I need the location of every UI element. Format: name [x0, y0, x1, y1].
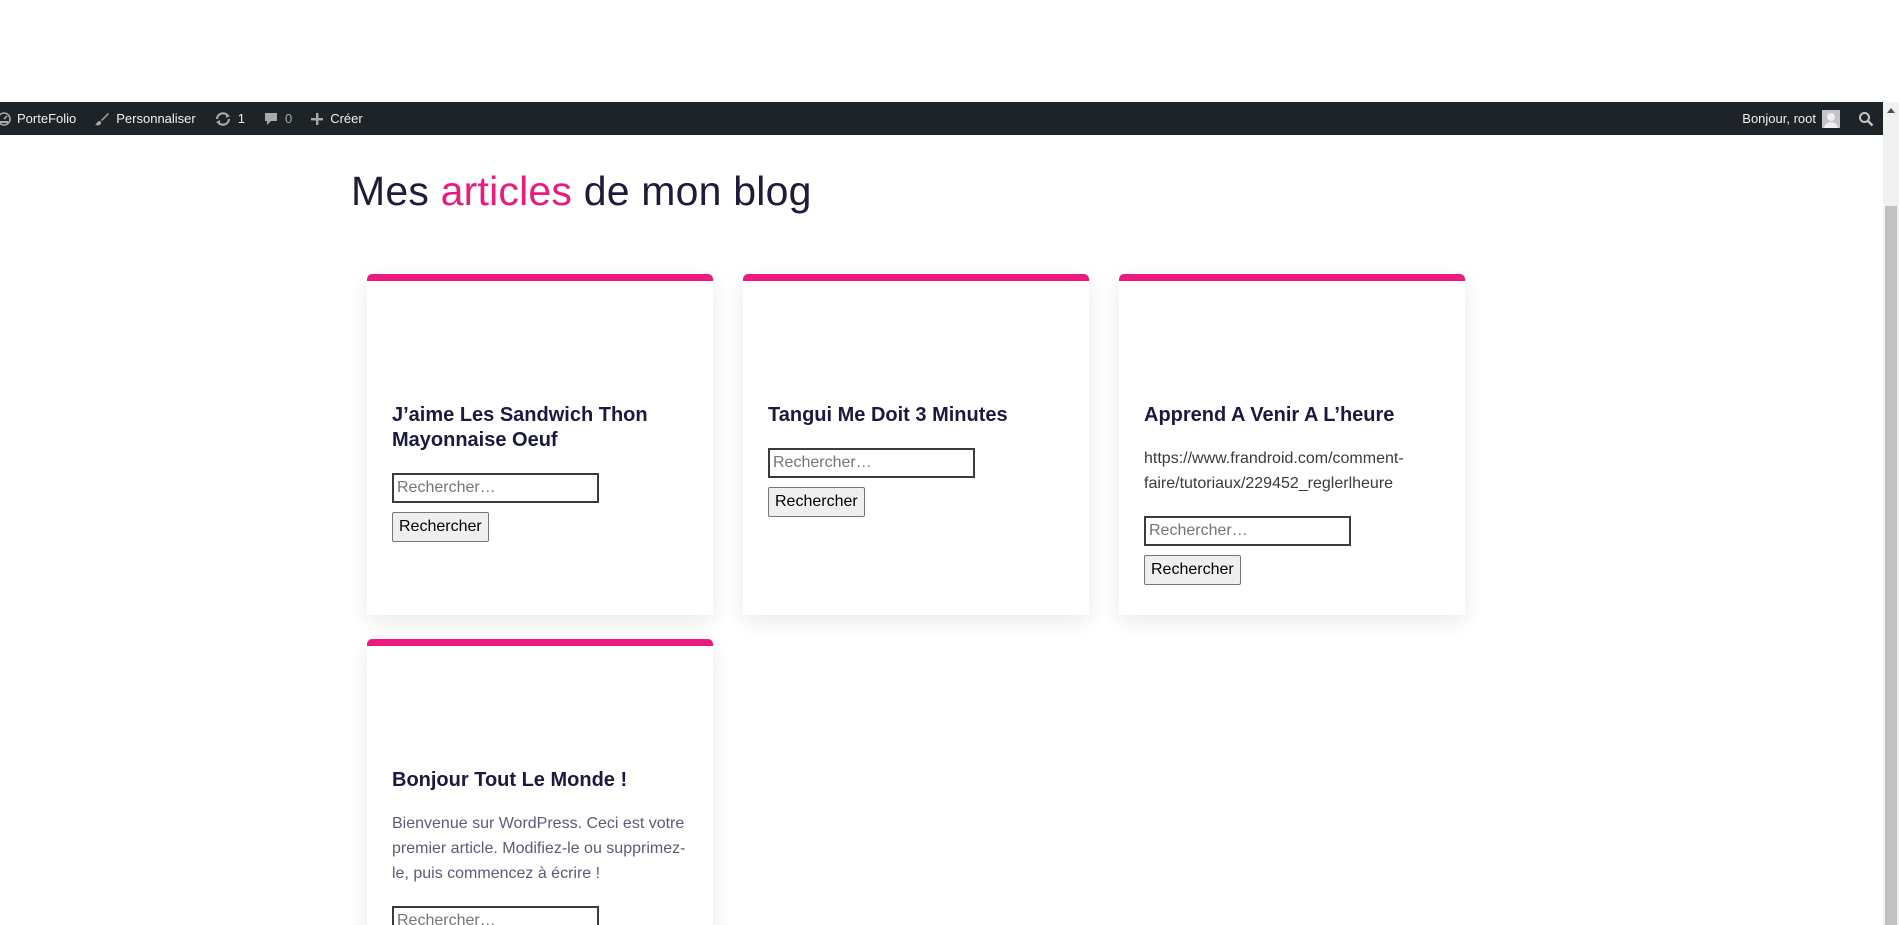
admin-bar-new-label: Créer	[330, 111, 363, 126]
admin-bar-customize-link[interactable]: Personnaliser	[85, 102, 205, 135]
post-card: Bonjour Tout Le Monde ! Bienvenue sur Wo…	[367, 639, 713, 925]
post-card: Tangui Me Doit 3 Minutes Rechercher	[743, 274, 1089, 615]
scrollbar-thumb[interactable]	[1885, 206, 1897, 925]
admin-bar-right: Bonjour, root	[1733, 102, 1883, 135]
admin-bar-site-link[interactable]: PorteFolio	[0, 102, 85, 135]
plus-icon	[310, 112, 324, 126]
admin-bar-account-link[interactable]: Bonjour, root	[1733, 102, 1849, 135]
search-button[interactable]: Rechercher	[768, 487, 865, 517]
post-excerpt: https://www.frandroid.com/comment-faire/…	[1144, 450, 1404, 492]
admin-bar-updates-count: 1	[237, 111, 245, 126]
update-icon	[214, 111, 232, 127]
search-input[interactable]	[768, 448, 975, 478]
search-input[interactable]	[392, 906, 599, 925]
post-title[interactable]: Apprend A Venir A L’heure	[1144, 403, 1440, 428]
post-card: Apprend A Venir A L’heure https://www.fr…	[1119, 274, 1465, 615]
search-icon	[1858, 111, 1874, 127]
admin-bar-search-toggle[interactable]	[1849, 102, 1883, 135]
post-title[interactable]: Tangui Me Doit 3 Minutes	[768, 403, 1064, 428]
admin-bar: PorteFolio Personnaliser 1 0 Créer Bonjo…	[0, 102, 1883, 135]
admin-bar-new-link[interactable]: Créer	[301, 102, 372, 135]
admin-bar-updates-link[interactable]: 1	[205, 102, 254, 135]
avatar	[1822, 109, 1840, 128]
comment-icon	[263, 111, 279, 127]
search-button[interactable]: Rechercher	[1144, 555, 1241, 585]
admin-bar-site-name: PorteFolio	[17, 111, 77, 126]
page-title-accent: articles	[440, 168, 573, 214]
search-button[interactable]: Rechercher	[392, 512, 489, 542]
search-input[interactable]	[392, 473, 599, 503]
page-title: Mes articles de mon blog	[351, 168, 812, 215]
admin-bar-greeting: Bonjour, root	[1742, 111, 1816, 126]
post-title[interactable]: Bonjour Tout Le Monde !	[392, 768, 688, 793]
admin-bar-comments-count: 0	[284, 111, 293, 126]
post-excerpt: Bienvenue sur WordPress. Ceci est votre …	[392, 815, 686, 882]
search-input[interactable]	[1144, 516, 1351, 546]
page-title-prefix: Mes	[351, 168, 441, 214]
page-title-suffix: de mon blog	[572, 168, 812, 214]
brush-icon	[94, 111, 110, 127]
admin-bar-customize-label: Personnaliser	[116, 111, 196, 126]
scroll-up-arrow-icon[interactable]	[1887, 108, 1895, 113]
admin-bar-comments-link[interactable]: 0	[254, 102, 301, 135]
post-card: J’aime Les Sandwich Thon Mayonnaise Oeuf…	[367, 274, 713, 615]
admin-bar-left: PorteFolio Personnaliser 1 0 Créer	[0, 102, 372, 135]
page-scrollbar[interactable]	[1883, 102, 1899, 925]
dashboard-icon	[0, 111, 11, 126]
post-title[interactable]: J’aime Les Sandwich Thon Mayonnaise Oeuf	[392, 403, 688, 453]
